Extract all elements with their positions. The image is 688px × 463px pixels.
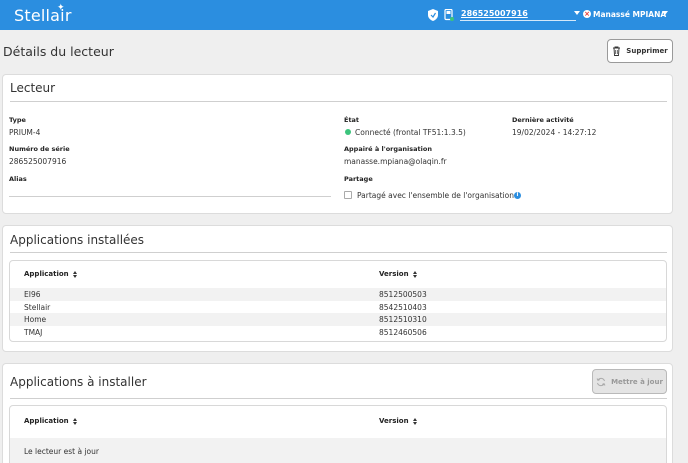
apps-to-install-table: Application Version Le lecteur est à jou… [9,405,667,463]
column-header-application[interactable]: Application [24,417,78,425]
sort-icon [412,417,418,425]
table-row[interactable]: Stellair 8542510403 [10,301,666,314]
delete-button-label: Supprimer [626,47,668,55]
installed-apps-table: Application Version EI96 8512500503 Stel… [9,260,667,342]
sort-icon [72,270,78,278]
alias-input[interactable] [9,196,331,197]
paired-label: Appairé à l'organisation [344,145,432,153]
cell-application: Stellair [24,302,51,312]
delete-button[interactable]: Supprimer [607,39,673,63]
apps-to-install-card: Applications à installer Application Ver… [2,363,673,463]
reader-card: Lecteur Type PRIUM-4 Numéro de série 286… [2,74,673,214]
cell-application: TMAJ [24,327,43,337]
sharing-label: Partage [344,175,373,183]
cell-version: 8512510310 [379,315,427,324]
installed-apps-card: Applications installées Application Vers… [2,225,673,352]
table-row[interactable]: Home 8512510310 [10,313,666,326]
last-activity-value: 19/02/2024 - 14:27:12 [512,128,597,137]
refresh-icon [596,377,606,386]
section-divider [10,252,667,253]
section-divider [10,398,667,399]
cell-version: 8542510403 [379,302,427,312]
last-activity-label: Dernière activité [512,116,574,124]
state-label: État [344,116,360,124]
shield-icon[interactable] [428,9,438,21]
section-divider [10,101,667,102]
to-install-section-title: Applications à installer [10,375,147,389]
reader-select[interactable]: 286525007916 [461,9,528,18]
info-icon[interactable]: i [514,192,521,199]
reader-section-title: Lecteur [10,81,56,95]
cell-version: 8512460506 [379,327,427,337]
status-dot-icon [345,129,351,135]
type-value: PRIUM-4 [9,128,41,137]
cell-application: EI96 [24,290,41,299]
sort-icon [412,270,418,278]
page-title: Détails du lecteur [3,44,114,59]
empty-state-message: Le lecteur est à jour [24,447,99,456]
close-circle-icon: × [583,10,591,18]
alias-label: Alias [9,175,27,183]
column-header-application[interactable]: Application [24,270,78,278]
sort-icon [72,417,78,425]
table-row[interactable]: TMAJ 8512460506 [10,326,666,339]
state-value: Connecté (frontal TF51:1.3.5) [355,128,466,137]
reader-select-underline [460,20,576,21]
serial-label: Numéro de série [9,145,70,153]
paired-value: manasse.mpiana@olaqin.fr [344,157,447,166]
empty-state-row: Le lecteur est à jour [10,438,666,463]
installed-section-title: Applications installées [10,233,145,247]
update-button-label: Mettre à jour [611,377,663,386]
cell-application: Home [24,315,47,324]
column-header-version[interactable]: Version [379,417,418,425]
trash-icon [613,46,621,56]
chevron-down-icon[interactable] [662,11,668,15]
type-label: Type [9,116,26,124]
logo-sparkle-icon: ✦ [57,3,65,13]
cell-version: 8512500503 [379,290,427,299]
reader-device-icon[interactable] [444,9,454,21]
top-bar: Stellair ✦ 286525007916 × Manassé MPIANA [0,0,688,30]
table-row[interactable]: EI96 8512500503 [10,288,666,301]
user-menu[interactable]: Manassé MPIANA [593,10,666,19]
sharing-checkbox[interactable] [344,191,352,199]
column-header-version[interactable]: Version [379,270,418,278]
sharing-checkbox-label: Partagé avec l'ensemble de l'organisatio… [357,191,515,200]
serial-value: 286525007916 [9,157,67,166]
update-button[interactable]: Mettre à jour [592,369,667,394]
chevron-down-icon[interactable] [574,11,580,15]
